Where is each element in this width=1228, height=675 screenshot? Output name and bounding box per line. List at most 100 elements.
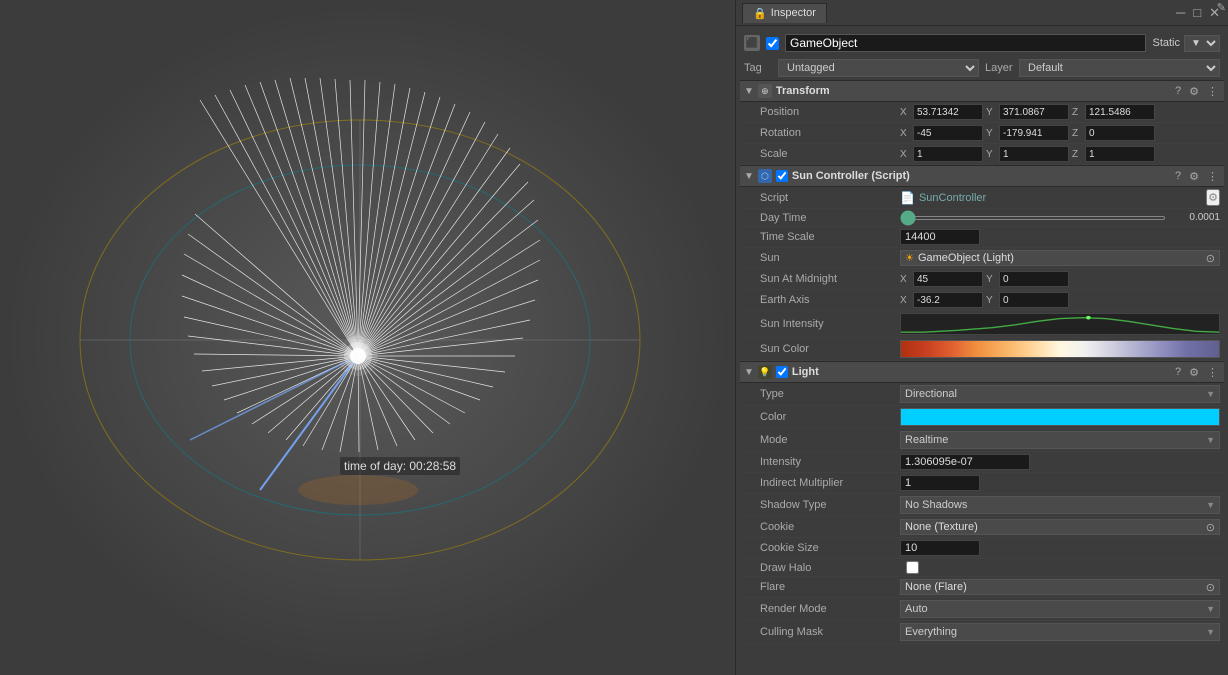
- sun-at-midnight-label: Sun At Midnight: [760, 273, 900, 285]
- inspector-tab[interactable]: 🔒 Inspector: [742, 3, 827, 23]
- light-help-btn[interactable]: ?: [1173, 366, 1183, 378]
- intensity-value: 1.306095e-07: [900, 454, 1220, 470]
- scale-y-input[interactable]: 1: [999, 146, 1069, 162]
- culling-mask-dropdown[interactable]: Everything ▼: [900, 623, 1220, 641]
- culling-mask-label: Culling Mask: [760, 626, 900, 638]
- draw-halo-checkbox[interactable]: [906, 561, 919, 574]
- sx-label: X: [900, 149, 910, 160]
- cookie-ref-picker-btn[interactable]: ⊙: [1206, 521, 1215, 534]
- sun-object-ref[interactable]: ☀ GameObject (Light) ⊙: [900, 250, 1220, 266]
- maximize-button[interactable]: □: [1191, 5, 1203, 21]
- scene-viewport[interactable]: time of day: 00:28:58: [0, 0, 735, 675]
- intensity-input[interactable]: 1.306095e-07: [900, 454, 1030, 470]
- layer-label: Layer: [985, 62, 1013, 74]
- light-settings-btn[interactable]: ⚙: [1187, 366, 1201, 379]
- script-settings-btn[interactable]: ⚙: [1206, 189, 1220, 206]
- day-time-slider[interactable]: [900, 216, 1166, 220]
- sun-at-midnight-row: Sun At Midnight X 45 Y 0: [740, 269, 1224, 290]
- tag-layer-row: Tag Untagged Layer Default: [740, 56, 1224, 80]
- position-z-input[interactable]: 121.5486: [1085, 104, 1155, 120]
- sun-at-midnight-y-input[interactable]: 0: [999, 271, 1069, 287]
- type-dropdown[interactable]: Directional ▼: [900, 385, 1220, 403]
- light-color-swatch[interactable]: [900, 408, 1220, 426]
- earth-axis-y-input[interactable]: 0: [999, 292, 1069, 308]
- flare-row: Flare None (Flare) ⊙: [740, 577, 1224, 598]
- script-value: 📄 SunController ⚙: [900, 189, 1220, 206]
- render-mode-dropdown[interactable]: Auto ▼: [900, 600, 1220, 618]
- lock-icon: 🔒: [753, 7, 767, 20]
- indirect-multiplier-value: 1: [900, 475, 1220, 491]
- cookie-value: None (Texture) ⊙: [900, 519, 1220, 535]
- day-time-label: Day Time: [760, 212, 900, 224]
- render-mode-value: Auto ▼: [900, 600, 1220, 618]
- light-menu-btn[interactable]: ⋮: [1205, 366, 1220, 379]
- cookie-label: Cookie: [760, 521, 900, 533]
- sun-at-midnight-x-input[interactable]: 45: [913, 271, 983, 287]
- transform-help-btn[interactable]: ?: [1173, 85, 1183, 97]
- day-time-display: 0.0001: [1170, 212, 1220, 223]
- indirect-multiplier-input[interactable]: 1: [900, 475, 980, 491]
- sun-controller-help-btn[interactable]: ?: [1173, 170, 1183, 182]
- sun-controller-icon: ⬡: [758, 169, 772, 183]
- sun-controller-settings-btn[interactable]: ⚙: [1187, 170, 1201, 183]
- flare-ref-picker-btn[interactable]: ⊙: [1206, 581, 1215, 594]
- transform-menu-btn[interactable]: ⋮: [1205, 85, 1220, 98]
- static-dropdown[interactable]: ▼: [1184, 35, 1220, 52]
- rotation-value: X -45 Y -179.941 Z 0: [900, 125, 1220, 141]
- rotation-y-input[interactable]: -179.941: [999, 125, 1069, 141]
- transform-settings-btn[interactable]: ⚙: [1187, 85, 1201, 98]
- sun-row: Sun ☀ GameObject (Light) ⊙: [740, 248, 1224, 269]
- light-color-label: Color: [760, 411, 900, 423]
- sun-controller-active-checkbox[interactable]: [776, 170, 788, 182]
- render-mode-label: Render Mode: [760, 603, 900, 615]
- sun-controller-menu-btn[interactable]: ⋮: [1205, 170, 1220, 183]
- scale-x-input[interactable]: 1: [913, 146, 983, 162]
- scale-xyz: X 1 Y 1 Z 1: [900, 146, 1220, 162]
- time-scale-input[interactable]: 14400: [900, 229, 980, 245]
- cookie-ref[interactable]: None (Texture) ⊙: [900, 519, 1220, 535]
- sun-controller-arrow[interactable]: ▼: [744, 171, 754, 182]
- flare-ref[interactable]: None (Flare) ⊙: [900, 579, 1220, 595]
- scale-label: Scale: [760, 148, 900, 160]
- inspector-body: ⬛ GameObject Static ▼ Tag Untagged Layer…: [736, 26, 1228, 675]
- transform-title: Transform: [776, 85, 1169, 97]
- light-active-checkbox[interactable]: [776, 366, 788, 378]
- scale-z-input[interactable]: 1: [1085, 146, 1155, 162]
- gameobject-name-input[interactable]: GameObject: [785, 34, 1146, 52]
- sun-ref-picker-btn[interactable]: ⊙: [1206, 252, 1215, 265]
- minimize-button[interactable]: ─: [1174, 5, 1187, 21]
- gameobject-row: ⬛ GameObject Static ▼: [740, 30, 1224, 56]
- color-picker-button[interactable]: ✎: [1217, 1, 1226, 14]
- type-dropdown-arrow: ▼: [1206, 389, 1215, 399]
- culling-mask-row: Culling Mask Everything ▼: [740, 621, 1224, 644]
- shadow-type-row: Shadow Type No Shadows ▼: [740, 494, 1224, 517]
- position-y-input[interactable]: 371.0867: [999, 104, 1069, 120]
- cookie-size-input[interactable]: 10: [900, 540, 980, 556]
- tag-dropdown[interactable]: Untagged: [778, 59, 979, 77]
- sun-color-label: Sun Color: [760, 343, 900, 355]
- sun-intensity-graph[interactable]: [900, 313, 1220, 335]
- sun-color-swatch[interactable]: [900, 340, 1220, 358]
- layer-dropdown[interactable]: Default: [1019, 59, 1220, 77]
- rotation-x-input[interactable]: -45: [913, 125, 983, 141]
- transform-arrow[interactable]: ▼: [744, 86, 754, 97]
- sy-label: Y: [986, 149, 996, 160]
- sun-color-value: [900, 340, 1220, 358]
- shadow-type-dropdown[interactable]: No Shadows ▼: [900, 496, 1220, 514]
- sun-ref-name: GameObject (Light): [918, 252, 1014, 264]
- script-label: Script: [760, 192, 900, 204]
- earth-axis-x-input[interactable]: -36.2: [913, 292, 983, 308]
- position-x-input[interactable]: 53.71342: [913, 104, 983, 120]
- time-scale-label: Time Scale: [760, 231, 900, 243]
- render-mode-arrow: ▼: [1206, 604, 1215, 614]
- culling-mask-value: Everything ▼: [900, 623, 1220, 641]
- light-arrow[interactable]: ▼: [744, 367, 754, 378]
- sam-x-label: X: [900, 274, 910, 285]
- gameobject-active-checkbox[interactable]: [766, 37, 779, 50]
- mode-dropdown[interactable]: Realtime ▼: [900, 431, 1220, 449]
- rotation-z-input[interactable]: 0: [1085, 125, 1155, 141]
- flare-ref-text: None (Flare): [905, 581, 967, 593]
- earth-axis-label: Earth Axis: [760, 294, 900, 306]
- rz-label: Z: [1072, 128, 1082, 139]
- sun-intensity-row: Sun Intensity: [740, 311, 1224, 338]
